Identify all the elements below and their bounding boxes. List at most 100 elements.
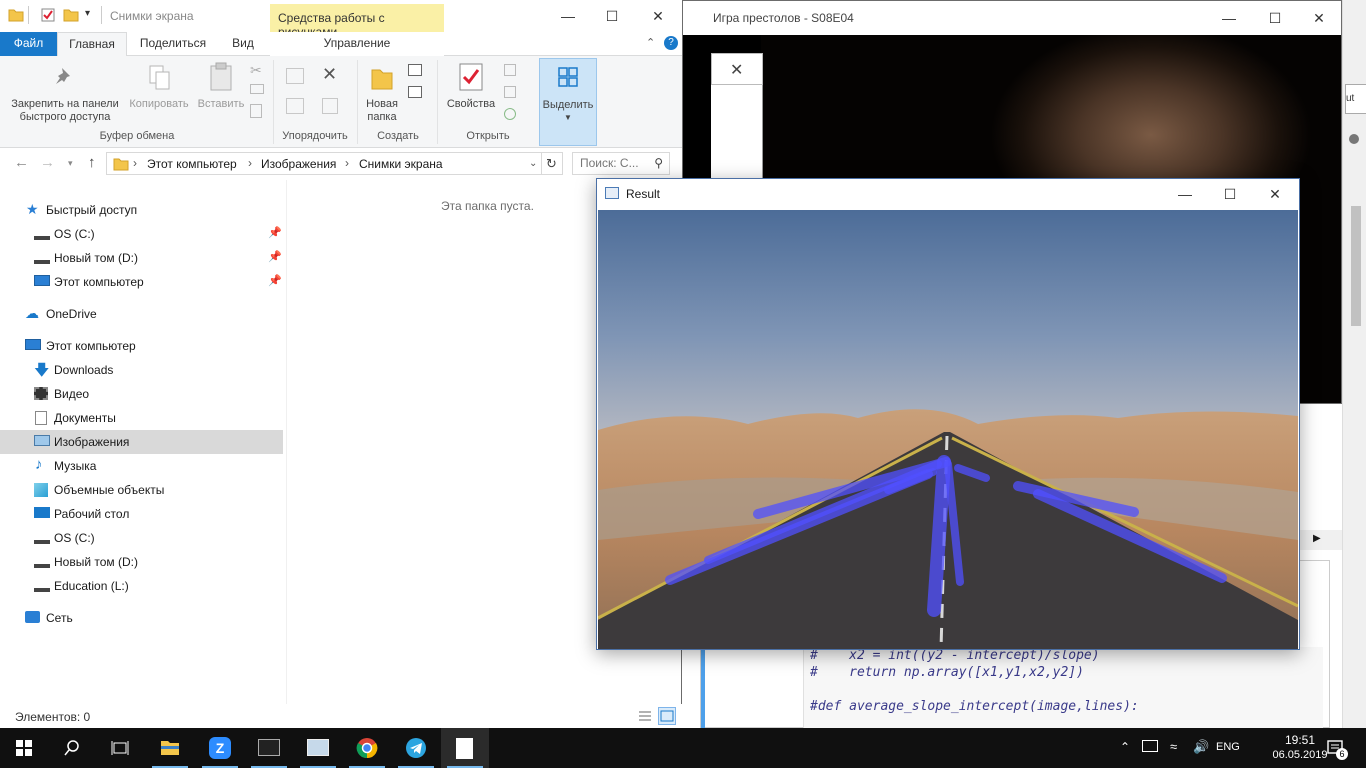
address-bar[interactable]: › Этот компьютер › Изображения › Снимки … bbox=[106, 152, 542, 175]
edit-icon[interactable] bbox=[504, 86, 516, 98]
nav-education-l[interactable]: Education (L:) bbox=[0, 574, 283, 598]
video-maximize-button[interactable]: ☐ bbox=[1265, 8, 1285, 28]
nav-os-c-2[interactable]: OS (C:) bbox=[0, 526, 283, 550]
properties-button[interactable]: Свойства bbox=[442, 98, 500, 111]
forward-icon[interactable]: → bbox=[40, 154, 55, 171]
copy-to-icon[interactable] bbox=[286, 98, 304, 114]
paste-shortcut-icon[interactable] bbox=[250, 104, 262, 118]
tab-manage[interactable]: Управление bbox=[270, 32, 444, 56]
taskbar-terminal[interactable] bbox=[245, 728, 293, 768]
nav-network[interactable]: Сеть bbox=[0, 606, 283, 630]
ribbon-collapse-icon[interactable]: ⌃ bbox=[646, 36, 655, 49]
taskbar-explorer[interactable] bbox=[146, 728, 194, 768]
video-close-button[interactable]: ✕ bbox=[1309, 8, 1329, 28]
open-icon[interactable] bbox=[504, 64, 516, 76]
volume-icon[interactable]: 🔊 bbox=[1193, 739, 1209, 768]
paste-button[interactable]: Вставить bbox=[194, 98, 248, 111]
wifi-icon[interactable]: ≈ bbox=[1170, 739, 1177, 768]
editor-scrollbar-thumb[interactable] bbox=[1351, 206, 1361, 326]
move-to-icon[interactable] bbox=[286, 68, 304, 84]
popup-close-icon[interactable]: ✕ bbox=[730, 60, 743, 80]
nav-desktop[interactable]: Рабочий стол bbox=[0, 502, 283, 526]
code-line[interactable] bbox=[804, 681, 1323, 698]
tab-share[interactable]: Поделиться bbox=[132, 32, 214, 56]
nav-downloads[interactable]: 🡇 Downloads bbox=[0, 358, 283, 382]
breadcrumb-this-pc[interactable]: Этот компьютер bbox=[147, 157, 237, 171]
result-maximize-button[interactable]: ☐ bbox=[1208, 182, 1252, 206]
breadcrumb-screenshots[interactable]: Снимки экрана bbox=[359, 157, 443, 171]
nav-this-pc[interactable]: Этот компьютер bbox=[0, 334, 283, 358]
code-line[interactable]: #def average_slope_intercept(image,lines… bbox=[804, 698, 1323, 715]
nav-os-c[interactable]: OS (C:) 📌 bbox=[0, 222, 283, 246]
taskbar-chrome[interactable] bbox=[343, 728, 391, 768]
tab-view[interactable]: Вид bbox=[222, 32, 264, 56]
up-icon[interactable]: ↑ bbox=[88, 154, 96, 171]
select-button[interactable]: Выделить ▼ bbox=[539, 58, 597, 146]
result-window[interactable]: Result — ☐ ✕ bbox=[596, 178, 1300, 650]
minimize-button[interactable]: — bbox=[546, 4, 590, 28]
pin-to-quick-access-button[interactable]: Закрепить на панели быстрого доступа bbox=[6, 98, 124, 124]
delete-icon[interactable]: ✕ bbox=[322, 64, 337, 85]
nav-new-volume-d[interactable]: Новый том (D:) 📌 bbox=[0, 246, 283, 270]
file-explorer-window[interactable]: ▾ Снимки экрана Средства работы с рисунк… bbox=[0, 0, 682, 728]
cut-icon[interactable]: ✂ bbox=[250, 62, 262, 79]
recent-chevron-icon[interactable]: ▾ bbox=[68, 158, 73, 169]
details-view-icon[interactable] bbox=[636, 707, 654, 725]
video-minimize-button[interactable]: — bbox=[1219, 8, 1239, 28]
nav-onedrive[interactable]: ☁ OneDrive bbox=[0, 302, 283, 326]
easy-access-icon[interactable] bbox=[408, 86, 422, 98]
nav-new-volume-d-2[interactable]: Новый том (D:) bbox=[0, 550, 283, 574]
battery-icon[interactable] bbox=[1142, 740, 1158, 752]
copy-button[interactable]: Копировать bbox=[126, 98, 192, 111]
address-dropdown-icon[interactable]: ⌄ bbox=[529, 158, 537, 169]
tray-overflow-icon[interactable]: ⌃ bbox=[1120, 740, 1130, 768]
taskbar-task-manager[interactable] bbox=[294, 728, 342, 768]
nav-quick-access[interactable]: ★ Быстрый доступ bbox=[0, 198, 283, 222]
maximize-button[interactable]: ☐ bbox=[590, 4, 634, 28]
close-button[interactable]: ✕ bbox=[636, 4, 680, 28]
lane-detection-image[interactable] bbox=[598, 210, 1298, 649]
result-close-button[interactable]: ✕ bbox=[1253, 182, 1297, 206]
taskbar-telegram[interactable] bbox=[392, 728, 440, 768]
result-minimize-button[interactable]: — bbox=[1163, 182, 1207, 206]
properties-qa-icon[interactable] bbox=[40, 7, 56, 23]
nav-video[interactable]: Видео bbox=[0, 382, 283, 406]
clock-time[interactable]: 19:51 bbox=[1280, 733, 1320, 747]
tab-file[interactable]: Файл bbox=[0, 32, 57, 56]
nav-this-pc-pinned[interactable]: Этот компьютер 📌 bbox=[0, 270, 283, 294]
taskbar-notepad[interactable] bbox=[441, 728, 489, 768]
search-input[interactable] bbox=[573, 153, 649, 173]
new-folder-qa-icon[interactable] bbox=[63, 7, 79, 23]
back-icon[interactable]: ← bbox=[14, 154, 29, 171]
refresh-button[interactable]: ↻ bbox=[541, 152, 563, 175]
video-popup[interactable]: ✕ bbox=[711, 53, 763, 85]
nav-music[interactable]: ♪ Музыка bbox=[0, 454, 283, 478]
task-view-button[interactable] bbox=[96, 728, 144, 768]
tiles-view-icon[interactable] bbox=[658, 707, 676, 725]
code-line[interactable]: # return np.array([x1,y1,x2,y2]) bbox=[804, 664, 1323, 681]
nav-3d-objects[interactable]: Объемные объекты bbox=[0, 478, 283, 502]
code-block[interactable]: # x2 = int((y2 - intercept)/slope) # ret… bbox=[803, 647, 1323, 729]
copy-path-icon[interactable] bbox=[250, 84, 264, 94]
search-box[interactable]: ⚲ bbox=[572, 152, 670, 175]
video-titlebar[interactable]: Игра престолов - S08E04 — ☐ ✕ bbox=[683, 1, 1341, 35]
taskbar-zoom-app[interactable]: Z bbox=[196, 728, 244, 768]
nav-documents[interactable]: Документы bbox=[0, 406, 283, 430]
tab-home[interactable]: Главная bbox=[57, 32, 127, 57]
editor-side-button[interactable]: ut bbox=[1345, 84, 1366, 114]
clock-date[interactable]: 06.05.2019 bbox=[1270, 749, 1330, 761]
qa-dropdown-icon[interactable]: ▾ bbox=[85, 8, 90, 19]
editor-panel-toggle[interactable]: ▶ bbox=[1299, 530, 1342, 550]
nav-pictures[interactable]: Изображения bbox=[0, 430, 283, 454]
start-button[interactable] bbox=[0, 728, 48, 768]
rename-icon[interactable] bbox=[322, 98, 338, 114]
new-item-icon[interactable] bbox=[408, 64, 422, 76]
result-titlebar[interactable]: Result — ☐ ✕ bbox=[597, 179, 1299, 209]
breadcrumb-pictures[interactable]: Изображения bbox=[261, 157, 336, 171]
help-icon[interactable]: ? bbox=[664, 36, 678, 50]
explorer-titlebar[interactable]: ▾ Снимки экрана Средства работы с рисунк… bbox=[0, 0, 682, 39]
language-indicator[interactable]: ENG bbox=[1216, 741, 1240, 753]
new-folder-button[interactable]: Новая папка bbox=[358, 98, 406, 124]
search-taskbar-button[interactable] bbox=[48, 728, 96, 768]
history-icon[interactable] bbox=[504, 108, 516, 120]
